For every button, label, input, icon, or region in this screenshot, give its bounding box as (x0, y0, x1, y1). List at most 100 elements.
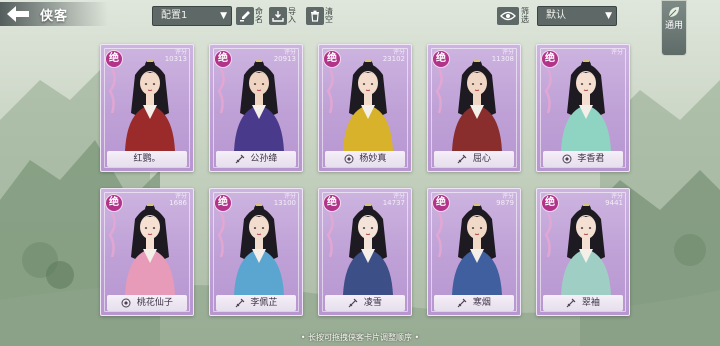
back-button[interactable] (4, 3, 32, 25)
score-box: 评分 20913 (274, 49, 296, 63)
sort-select[interactable]: 默认 ▼ (537, 6, 617, 26)
sword-icon (235, 298, 244, 307)
grade-badge: 绝 (214, 50, 232, 68)
sword-icon (566, 298, 576, 307)
character-card[interactable]: 绝 评分 9441 翠袖 (536, 188, 630, 316)
character-portrait (125, 60, 175, 151)
common-tab-label: 通用 (664, 21, 683, 31)
sort-label: 默认 (546, 10, 566, 21)
grade-badge: 绝 (432, 194, 450, 212)
preset-select[interactable]: 配置1 ▼ (152, 6, 232, 26)
character-name: 李佩芷 (250, 298, 278, 308)
character-card[interactable]: 绝 评分 9879 寒烟 (427, 188, 521, 316)
character-card-grid: 绝 评分 10313 红鹦。 绝 评分 20913 公孙绛 绝 评分 23102… (100, 44, 630, 316)
sect-emblem-icon (344, 154, 354, 163)
top-bar: 侠客 配置1 ▼ 命名 导入 清空 筛选 默认 ▼ 通用 (0, 0, 720, 56)
score-value: 14737 (382, 199, 405, 207)
score-box: 评分 9441 (605, 193, 623, 207)
grade-badge: 绝 (541, 50, 559, 68)
chevron-down-icon: ▼ (220, 11, 227, 21)
character-portrait (561, 204, 611, 295)
grade-streak (326, 69, 334, 113)
character-name: 红鹦。 (133, 154, 161, 164)
score-box: 评分 (611, 49, 623, 56)
score-box: 评分 1686 (169, 193, 187, 207)
character-portrait (234, 60, 284, 151)
leaf-icon (668, 7, 679, 18)
grade-streak (108, 69, 116, 113)
grade-streak (217, 69, 225, 113)
rename-label: 命名 (255, 7, 263, 24)
character-name: 凌雪 (363, 298, 382, 308)
character-name: 杨妙真 (359, 154, 387, 164)
character-portrait (343, 60, 393, 151)
character-portrait (125, 204, 175, 295)
character-name: 寒烟 (472, 298, 491, 308)
character-name: 翠袖 (581, 298, 600, 308)
character-card[interactable]: 绝 评分 1686 桃花仙子 (100, 188, 194, 316)
character-portrait (452, 60, 502, 151)
score-box: 评分 13100 (274, 193, 296, 207)
filter-label: 筛选 (521, 7, 529, 24)
character-portrait (234, 204, 284, 295)
character-name: 屈心 (472, 154, 491, 164)
grade-badge: 绝 (214, 194, 232, 212)
character-card[interactable]: 绝 评分 10313 红鹦。 (100, 44, 194, 172)
score-value: 10313 (164, 55, 187, 63)
score-value: 13100 (273, 199, 296, 207)
score-box: 评分 10313 (165, 49, 187, 63)
character-portrait (561, 60, 611, 151)
character-nameplate: 桃花仙子 (107, 295, 187, 311)
character-card[interactable]: 绝 评分 13100 李佩芷 (209, 188, 303, 316)
character-nameplate: 翠袖 (543, 295, 623, 311)
character-name: 桃花仙子 (136, 298, 173, 308)
character-nameplate: 李佩芷 (216, 295, 296, 311)
character-card[interactable]: 绝 评分 李香君 (536, 44, 630, 172)
import-button[interactable]: 导入 (269, 5, 297, 27)
footer-hint: • 长按可拖拽侠客卡片调整顺序 • (0, 332, 720, 343)
hint-bullet: • (300, 333, 308, 342)
sword-icon (457, 154, 467, 163)
character-card[interactable]: 绝 评分 20913 公孙绛 (209, 44, 303, 172)
character-nameplate: 杨妙真 (325, 151, 405, 167)
grade-badge: 绝 (541, 194, 559, 212)
brush-icon (236, 7, 254, 25)
eye-icon (497, 7, 519, 25)
grade-streak (217, 213, 225, 257)
sword-icon (457, 298, 467, 307)
score-value: 1686 (169, 199, 187, 207)
trash-icon (306, 7, 324, 25)
sword-icon (235, 154, 244, 163)
grade-badge: 绝 (323, 194, 341, 212)
grade-badge: 绝 (105, 50, 123, 68)
character-card[interactable]: 绝 评分 14737 凌雪 (318, 188, 412, 316)
character-nameplate: 凌雪 (325, 295, 405, 311)
score-value: 9879 (496, 199, 514, 207)
clear-label: 清空 (325, 7, 333, 24)
import-label: 导入 (288, 7, 296, 24)
rename-button[interactable]: 命名 (236, 5, 264, 27)
character-nameplate: 屈心 (434, 151, 514, 167)
clear-button[interactable]: 清空 (306, 5, 334, 27)
sword-icon (348, 298, 358, 307)
hint-text: 长按可拖拽侠客卡片调整顺序 (308, 333, 412, 342)
character-nameplate: 公孙绛 (216, 151, 296, 167)
character-card[interactable]: 绝 评分 11308 屈心 (427, 44, 521, 172)
character-nameplate: 寒烟 (434, 295, 514, 311)
score-value: 11308 (491, 55, 514, 63)
filter-button[interactable]: 筛选 (497, 5, 530, 27)
score-label: 评分 (610, 49, 623, 56)
hint-bullet: • (412, 333, 420, 342)
character-portrait (343, 204, 393, 295)
character-nameplate: 李香君 (543, 151, 623, 167)
score-box: 评分 14737 (383, 193, 405, 207)
score-value: 9441 (605, 199, 623, 207)
character-portrait (452, 204, 502, 295)
grade-badge: 绝 (432, 50, 450, 68)
preset-label: 配置1 (161, 10, 188, 21)
character-nameplate: 红鹦。 (107, 151, 187, 167)
character-name: 李香君 (577, 154, 605, 164)
common-tab[interactable]: 通用 (661, 0, 687, 56)
character-card[interactable]: 绝 评分 23102 杨妙真 (318, 44, 412, 172)
score-box: 评分 23102 (383, 49, 405, 63)
